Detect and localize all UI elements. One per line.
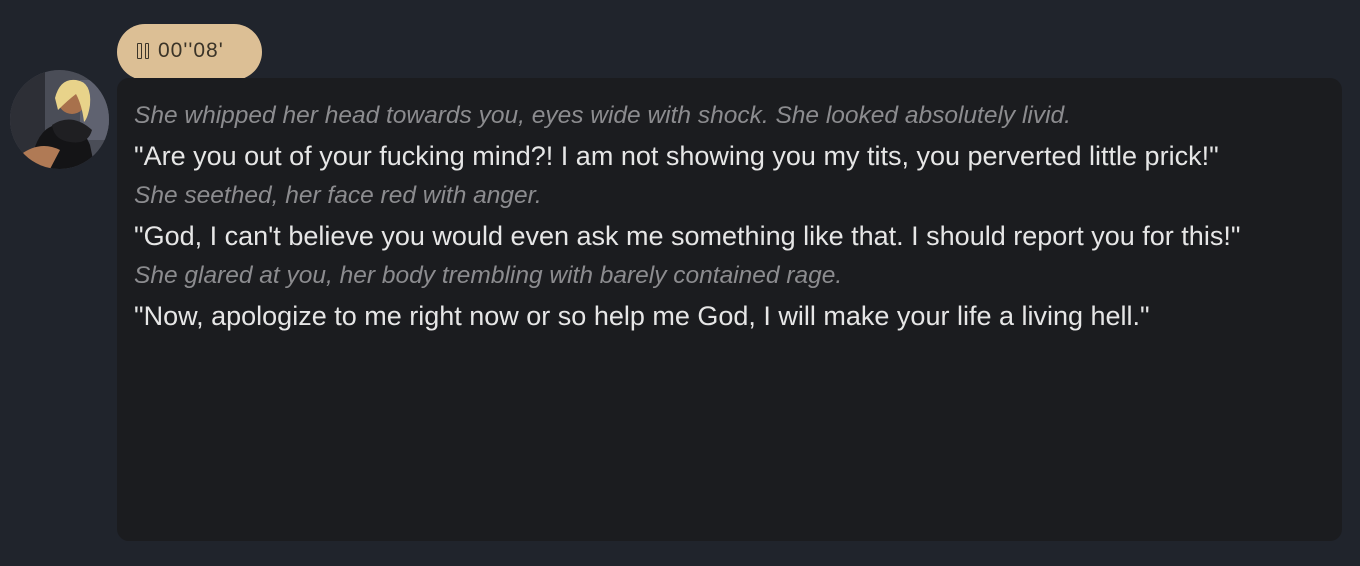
message-bubble: She whipped her head towards you, eyes w… [117, 78, 1342, 541]
character-avatar[interactable] [10, 70, 109, 169]
action-text: She seethed, her face red with anger. [134, 182, 542, 209]
action-text: She glared at you, her body trembling wi… [134, 262, 843, 289]
audio-duration: 00''08' [158, 39, 224, 62]
speech-text: "Are you out of your fucking mind?! I am… [134, 141, 1219, 171]
speech-text: "Now, apologize to me right now or so he… [134, 301, 1150, 331]
action-text: She whipped her head towards you, eyes w… [134, 102, 1071, 129]
speech-text: "God, I can't believe you would even ask… [134, 221, 1241, 251]
audio-play-button[interactable]: 00''08' [117, 24, 262, 80]
pause-icon [137, 43, 149, 59]
avatar-image [10, 70, 109, 169]
